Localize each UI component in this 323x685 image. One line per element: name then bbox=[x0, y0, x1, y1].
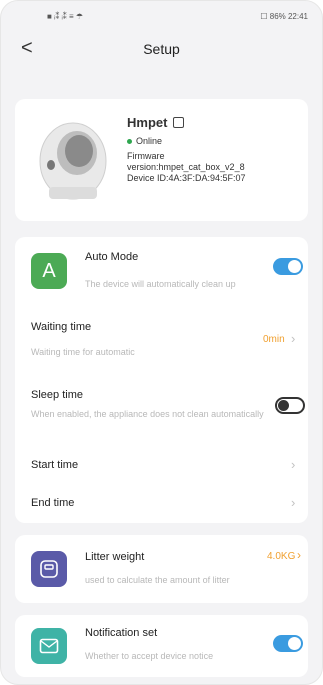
online-dot-icon bbox=[127, 139, 132, 144]
top-nav: < Setup bbox=[1, 31, 322, 67]
waiting-time-title: Waiting time bbox=[31, 321, 92, 333]
sleep-time-title: Sleep time bbox=[31, 389, 83, 401]
sleep-time-subtitle: When enabled, the appliance does not cle… bbox=[31, 409, 264, 419]
start-time-title: Start time bbox=[31, 459, 79, 471]
litter-weight-subtitle: used to calculate the amount of litter bbox=[85, 575, 230, 585]
scale-icon bbox=[31, 551, 67, 587]
page-title: Setup bbox=[143, 41, 180, 57]
notification-subtitle: Whether to accept device notice bbox=[85, 651, 214, 661]
litter-weight-title: Litter weight bbox=[85, 551, 145, 563]
litter-weight-value: 4.0KG bbox=[267, 551, 296, 562]
waiting-time-value: 0min bbox=[263, 334, 285, 345]
auto-mode-title: Auto Mode bbox=[85, 251, 139, 263]
auto-mode-subtitle: The device will automatically clean up bbox=[85, 279, 236, 289]
device-id: Device ID:4A:3F:DA:94:5F:07 bbox=[127, 173, 246, 183]
status-bar-left: ■ ᵢ⁑ ᵢ⁑ ≡ ☂ bbox=[47, 11, 84, 21]
notification-title: Notification set bbox=[85, 627, 158, 639]
mail-icon bbox=[31, 628, 67, 664]
chevron-right-icon: › bbox=[291, 331, 296, 346]
firmware-label: Firmware bbox=[127, 151, 165, 161]
sleep-time-row: Sleep time When enabled, the appliance d… bbox=[15, 383, 308, 435]
litter-box-image bbox=[39, 122, 107, 200]
notification-toggle[interactable] bbox=[273, 635, 303, 652]
online-status: Online bbox=[127, 136, 246, 147]
online-label: Online bbox=[136, 136, 163, 146]
auto-mode-toggle[interactable] bbox=[273, 258, 303, 275]
chevron-right-icon: › bbox=[297, 548, 301, 562]
end-time-row[interactable]: End time › bbox=[15, 489, 308, 519]
auto-mode-icon: A bbox=[31, 253, 67, 289]
phone-screen: ■ ᵢ⁑ ᵢ⁑ ≡ ☂ ☐ 86% 22:41 < Setup Hmpet On… bbox=[0, 0, 323, 685]
device-info: Hmpet Online Firmware version:hmpet_cat_… bbox=[127, 115, 246, 184]
chevron-right-icon: › bbox=[291, 495, 296, 510]
waiting-time-subtitle: Waiting time for automatic bbox=[31, 347, 135, 357]
auto-mode-icon-letter: A bbox=[42, 259, 56, 282]
edit-icon[interactable] bbox=[173, 117, 185, 128]
device-name-row: Hmpet bbox=[127, 115, 246, 130]
start-time-row[interactable]: Start time › bbox=[15, 451, 308, 481]
back-icon[interactable]: < bbox=[21, 37, 33, 60]
status-bar-right: ☐ 86% 22:41 bbox=[260, 11, 308, 21]
litter-weight-card[interactable]: Litter weight used to calculate the amou… bbox=[15, 535, 308, 603]
waiting-time-row[interactable]: Waiting time Waiting time for automatic … bbox=[15, 315, 308, 365]
device-card: Hmpet Online Firmware version:hmpet_cat_… bbox=[15, 99, 308, 221]
settings-card: A Auto Mode The device will automaticall… bbox=[15, 237, 308, 523]
end-time-title: End time bbox=[31, 497, 75, 509]
auto-mode-row: A Auto Mode The device will automaticall… bbox=[15, 237, 308, 301]
sleep-time-toggle[interactable] bbox=[275, 397, 305, 414]
device-name: Hmpet bbox=[127, 115, 168, 130]
notification-card: Notification set Whether to accept devic… bbox=[15, 615, 308, 677]
chevron-right-icon: › bbox=[291, 457, 296, 472]
firmware-version: version:hmpet_cat_box_v2_8 bbox=[127, 162, 245, 172]
status-bar: ■ ᵢ⁑ ᵢ⁑ ≡ ☂ ☐ 86% 22:41 bbox=[1, 1, 322, 31]
